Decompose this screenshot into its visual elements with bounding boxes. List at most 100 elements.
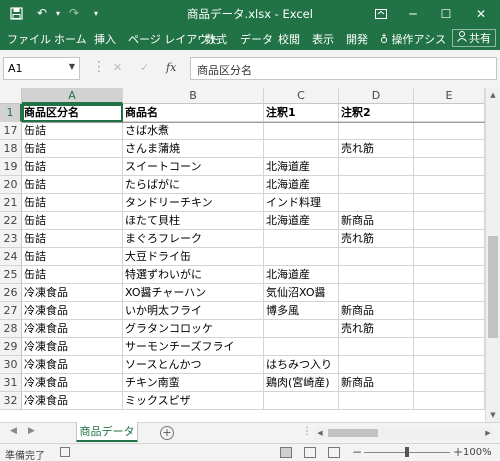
zoom-level[interactable]: 100% — [463, 447, 492, 458]
row-header-29[interactable]: 29 — [0, 338, 22, 356]
row-header-17[interactable]: 17 — [0, 122, 22, 140]
zoom-in-icon[interactable]: + — [453, 445, 463, 459]
cell-e18[interactable] — [414, 140, 485, 158]
cell-d19[interactable] — [339, 158, 414, 176]
macro-record-icon[interactable] — [60, 447, 70, 457]
save-icon[interactable] — [8, 5, 24, 21]
cell-e30[interactable] — [414, 356, 485, 374]
cell-c27[interactable]: 博多風 — [264, 302, 339, 320]
cell-d18[interactable]: 売れ筋 — [339, 140, 414, 158]
tab-review[interactable]: 校閲 — [278, 31, 300, 47]
customize-quick-access-icon[interactable]: ▾ — [88, 5, 104, 21]
cancel-icon[interactable]: ✕ — [113, 61, 122, 74]
cell-e32[interactable] — [414, 392, 485, 410]
row-header-18[interactable]: 18 — [0, 140, 22, 158]
cell-c20[interactable]: 北海道産 — [264, 176, 339, 194]
cell-c26[interactable]: 気仙沼XO醤 — [264, 284, 339, 302]
cell-c19[interactable]: 北海道産 — [264, 158, 339, 176]
cell-b21[interactable]: タンドリーチキン — [123, 194, 264, 212]
cell-c30[interactable]: はちみつ入り — [264, 356, 339, 374]
column-header-a[interactable]: A — [22, 88, 123, 104]
cell-b32[interactable]: ミックスピザ — [123, 392, 264, 410]
cell-d26[interactable] — [339, 284, 414, 302]
cell-a29[interactable]: 冷凍食品 — [22, 338, 123, 356]
cell-d20[interactable] — [339, 176, 414, 194]
cell-e28[interactable] — [414, 320, 485, 338]
normal-view-icon[interactable] — [280, 447, 292, 458]
cell-e25[interactable] — [414, 266, 485, 284]
cell-b1[interactable]: 商品名 — [123, 104, 264, 122]
row-header-23[interactable]: 23 — [0, 230, 22, 248]
cell-c25[interactable]: 北海道産 — [264, 266, 339, 284]
chevron-down-icon[interactable]: ▼ — [69, 62, 75, 71]
cell-b20[interactable]: たらばがに — [123, 176, 264, 194]
scroll-down-icon[interactable]: ▼ — [486, 408, 500, 422]
row-header-19[interactable]: 19 — [0, 158, 22, 176]
row-header-30[interactable]: 30 — [0, 356, 22, 374]
cell-e31[interactable] — [414, 374, 485, 392]
cell-b31[interactable]: チキン南蛮 — [123, 374, 264, 392]
scroll-left-icon[interactable]: ◀ — [314, 426, 326, 440]
cell-a21[interactable]: 缶詰 — [22, 194, 123, 212]
next-sheet-icon[interactable]: ▶ — [28, 426, 35, 436]
zoom-out-icon[interactable]: − — [352, 445, 362, 459]
vertical-scroll-thumb[interactable] — [488, 236, 498, 338]
row-header-24[interactable]: 24 — [0, 248, 22, 266]
cell-c28[interactable] — [264, 320, 339, 338]
redo-icon[interactable]: ↷ — [66, 5, 82, 21]
cell-d30[interactable] — [339, 356, 414, 374]
chevron-down-icon[interactable]: ▾ — [50, 5, 66, 21]
row-header-31[interactable]: 31 — [0, 374, 22, 392]
row-header-1[interactable]: 1 — [0, 104, 22, 122]
row-header-22[interactable]: 22 — [0, 212, 22, 230]
cell-a17[interactable]: 缶詰 — [22, 122, 123, 140]
cell-d32[interactable] — [339, 392, 414, 410]
minimize-icon[interactable]: ─ — [400, 0, 426, 27]
cell-e29[interactable] — [414, 338, 485, 356]
share-button[interactable]: 共有 — [452, 29, 496, 47]
cell-c32[interactable] — [264, 392, 339, 410]
scroll-right-icon[interactable]: ▶ — [482, 426, 494, 440]
zoom-slider-thumb[interactable] — [405, 447, 409, 457]
name-box[interactable]: A1 ▼ — [3, 57, 80, 80]
cell-a32[interactable]: 冷凍食品 — [22, 392, 123, 410]
column-header-d[interactable]: D — [339, 88, 414, 104]
vertical-scrollbar[interactable]: ▲ ▼ — [485, 88, 500, 422]
cell-a18[interactable]: 缶詰 — [22, 140, 123, 158]
spreadsheet-grid[interactable]: A B C D E 1 商品区分名 商品名 注釈1 注釈2 17 缶詰 さば水煮 18 缶詰 さんま蒲焼 売れ筋… — [0, 88, 485, 422]
cell-c29[interactable] — [264, 338, 339, 356]
tab-home[interactable]: ホーム — [54, 31, 87, 47]
insert-function-icon[interactable]: fx — [166, 61, 176, 74]
horizontal-scrollbar[interactable]: ◀ ▶ — [314, 426, 494, 440]
tab-split-handle-icon[interactable]: ⋮ — [302, 426, 312, 437]
cell-a28[interactable]: 冷凍食品 — [22, 320, 123, 338]
cell-a26[interactable]: 冷凍食品 — [22, 284, 123, 302]
row-header-21[interactable]: 21 — [0, 194, 22, 212]
cell-d29[interactable] — [339, 338, 414, 356]
page-break-view-icon[interactable] — [328, 447, 340, 458]
row-header-28[interactable]: 28 — [0, 320, 22, 338]
row-header-20[interactable]: 20 — [0, 176, 22, 194]
cell-d27[interactable]: 新商品 — [339, 302, 414, 320]
tab-file[interactable]: ファイル — [7, 31, 51, 47]
cell-c24[interactable] — [264, 248, 339, 266]
cell-c22[interactable]: 北海道産 — [264, 212, 339, 230]
close-icon[interactable]: ✕ — [468, 0, 494, 27]
tab-insert[interactable]: 挿入 — [94, 31, 116, 47]
cell-c17[interactable] — [264, 122, 339, 140]
cell-d31[interactable]: 新商品 — [339, 374, 414, 392]
cell-a27[interactable]: 冷凍食品 — [22, 302, 123, 320]
ribbon-display-options-icon[interactable] — [368, 0, 394, 27]
select-all-corner[interactable] — [0, 88, 22, 104]
cell-d28[interactable]: 売れ筋 — [339, 320, 414, 338]
cell-b28[interactable]: グラタンコロッケ — [123, 320, 264, 338]
cell-b25[interactable]: 特選ずわいがに — [123, 266, 264, 284]
cell-e17[interactable] — [414, 122, 485, 140]
row-header-32[interactable]: 32 — [0, 392, 22, 410]
cell-b23[interactable]: まぐろフレーク — [123, 230, 264, 248]
add-sheet-icon[interactable]: + — [160, 426, 174, 440]
enter-icon[interactable]: ✓ — [140, 61, 149, 74]
cell-b27[interactable]: いか明太フライ — [123, 302, 264, 320]
cell-e20[interactable] — [414, 176, 485, 194]
cell-a1[interactable]: 商品区分名 — [22, 104, 123, 122]
